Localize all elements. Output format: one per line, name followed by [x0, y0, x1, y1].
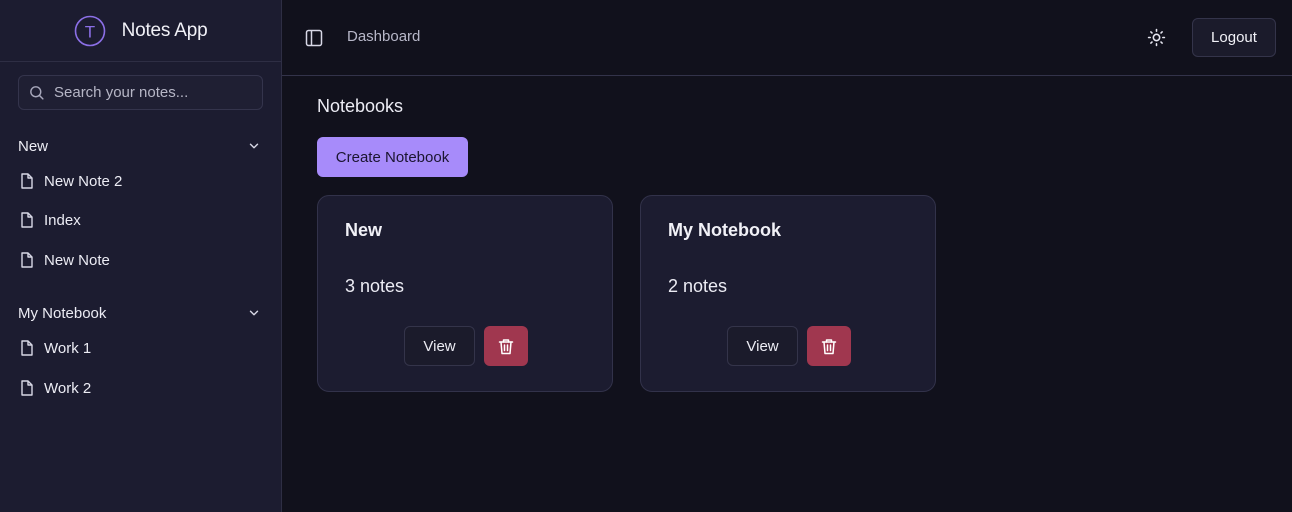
view-notebook-button[interactable]: View — [404, 326, 475, 366]
sidebar-group-my-notebook[interactable]: My Notebook — [18, 302, 263, 324]
sun-icon — [1147, 28, 1166, 47]
note-label: New Note 2 — [44, 172, 123, 190]
note-label: Work 2 — [44, 379, 92, 397]
note-label: New Note — [44, 251, 110, 269]
notebook-note-count: 2 notes — [668, 276, 728, 296]
svg-text:T: T — [84, 22, 94, 41]
create-notebook-button[interactable]: Create Notebook — [317, 137, 468, 177]
app-name: Notes App — [121, 19, 208, 41]
page-title: Notebooks — [317, 96, 404, 116]
sidebar: T Notes App New New Note 2 Index New Not… — [0, 0, 282, 512]
logout-button[interactable]: Logout — [1192, 18, 1276, 57]
file-icon — [21, 212, 33, 228]
notebook-title: My Notebook — [668, 220, 782, 240]
notebook-card: My Notebook 2 notes View — [640, 195, 936, 392]
panel-left-icon — [305, 29, 323, 47]
chevron-down-icon — [249, 310, 259, 316]
sidebar-toggle-button[interactable] — [305, 29, 323, 50]
sidebar-note-item[interactable]: New Note — [20, 249, 110, 271]
notebook-card: New 3 notes View — [317, 195, 613, 392]
search-input[interactable] — [54, 84, 254, 101]
sidebar-group-new[interactable]: New — [18, 135, 263, 157]
search-box[interactable] — [18, 75, 263, 110]
sidebar-group-label: New — [18, 137, 49, 155]
file-icon — [21, 340, 33, 356]
search-icon — [30, 86, 44, 100]
trash-icon — [498, 338, 514, 354]
note-label: Index — [44, 211, 81, 229]
notebook-note-count: 3 notes — [345, 276, 405, 296]
brand-header: T Notes App — [0, 0, 281, 62]
file-icon — [21, 173, 33, 189]
file-icon — [21, 380, 33, 396]
breadcrumb[interactable]: Dashboard — [347, 28, 420, 45]
sidebar-group-label: My Notebook — [18, 304, 107, 322]
sidebar-note-item[interactable]: Work 1 — [20, 337, 91, 359]
chevron-down-icon — [249, 143, 259, 149]
delete-notebook-button[interactable] — [484, 326, 528, 366]
view-notebook-button[interactable]: View — [727, 326, 798, 366]
file-icon — [21, 252, 33, 268]
trash-icon — [821, 338, 837, 354]
sidebar-note-item[interactable]: Work 2 — [20, 377, 91, 399]
app-logo-icon: T — [74, 15, 105, 46]
theme-toggle-button[interactable] — [1147, 28, 1166, 50]
note-label: Work 1 — [44, 339, 92, 357]
delete-notebook-button[interactable] — [807, 326, 851, 366]
sidebar-note-item[interactable]: Index — [20, 209, 81, 231]
notebook-title: New — [345, 220, 383, 240]
sidebar-note-item[interactable]: New Note 2 — [20, 170, 122, 192]
top-bar — [282, 0, 1292, 76]
